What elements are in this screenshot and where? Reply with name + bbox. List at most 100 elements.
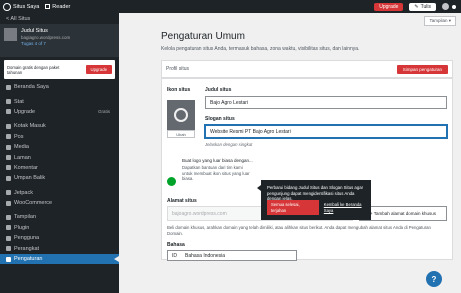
sidebar-item-label: Komentar [14,164,38,171]
reader-link[interactable]: Reader [45,4,70,10]
sidebar-item-label: Beranda Saya [14,84,49,91]
logo-maker-heading: Buat logo yang luar biasa dengan... [182,158,253,163]
tooltip-back-link[interactable]: Kembali ke Beranda Saya [324,202,371,213]
language-code: ID [172,252,177,259]
site-address-help: Beli domain khusus, arahkan domain yang … [167,225,431,236]
all-sites-link[interactable]: < All Situs [0,13,119,24]
sidebar-item-icon [6,109,11,115]
site-url: bagiagro.wordpress.com [21,35,71,40]
sidebar-item-icon [6,134,11,140]
sidebar-item-media[interactable]: Media [0,142,119,152]
site-thumbnail [4,28,17,41]
domain-upgrade-button[interactable]: Upgrade [85,65,112,74]
sidebar-item-icon [6,175,11,181]
page-title: Pengaturan Umum [161,31,245,42]
sidebar-item-icon [6,165,11,171]
sidebar-item-stat[interactable]: Stat [0,96,119,106]
pencil-icon: ✎ [414,3,419,10]
sidebar-item-label: Pos [14,133,24,140]
site-checklist-tag[interactable]: Tugas 4 of 7 [21,41,70,46]
sidebar-item-pos[interactable]: Pos [0,132,119,142]
notification-icon[interactable] [452,4,456,9]
sidebar: < All Situs Judul Situs bagiagro.wordpre… [0,13,119,293]
tagline-label: Slogan situs [205,116,235,122]
sidebar-item-upgrade[interactable]: Upgrade Gratis [0,107,119,117]
sidebar-item-label: Plugin [14,224,30,231]
my-sites-link[interactable]: Situs Saya [13,4,39,10]
sidebar-item-plugin[interactable]: Plugin [0,223,119,233]
sidebar-item-pengaturan[interactable]: Pengaturan [0,253,119,265]
site-card[interactable]: Judul Situs bagiagro.wordpress.com Tugas… [0,24,119,57]
sidebar-item-icon [6,246,11,252]
sidebar-item-komentar[interactable]: Komentar [0,163,119,173]
screen-options-dropdown[interactable]: Tampilan ▾ [424,16,456,26]
sidebar-item-label: Pengguna [14,235,40,242]
sidebar-item-icon [6,225,11,231]
help-icon[interactable]: ? [426,271,442,287]
sidebar-item-badge: Gratis [97,109,110,115]
tagline-help: Jelaskan dengan singkat [205,142,253,147]
sidebar-item-umpan-balik[interactable]: Umpan Balik [0,173,119,183]
main-content: Tampilan ▾ Pengaturan Umum Kelola pengat… [119,13,461,293]
sidebar-item-icon [6,84,11,90]
sidebar-item-label: WooCommerce [14,200,53,207]
sidebar-item-icon [6,235,11,241]
sidebar-item-laman[interactable]: Laman [0,152,119,162]
upgrade-button[interactable]: Upgrade [374,2,404,11]
sidebar-item-tampilan[interactable]: Tampilan [0,212,119,222]
sidebar-item-label: Umpan Balik [14,175,46,182]
sidebar-item-label: Upgrade [14,108,36,115]
sidebar-item-icon [6,99,11,105]
profile-card-header: Profil situs Simpan pengaturan [161,60,453,78]
sidebar-item-label: Media [14,144,29,151]
reader-label: Reader [52,3,71,10]
sidebar-item-woocommerce[interactable]: WooCommerce [0,198,119,208]
sidebar-item-icon [6,214,11,220]
sidebar-item-label: Pengaturan [14,256,43,263]
change-icon-button[interactable]: Ubah [167,130,195,138]
sidebar-item-kotak-masuk[interactable]: Kotak Masuk [0,121,119,131]
tooltip-done-button[interactable]: Semua selesai, terjahan [267,200,319,215]
sidebar-item-label: Perangkat [14,245,40,252]
site-icon-label: Ikon situs [167,87,191,93]
sidebar-item-pengguna[interactable]: Pengguna [0,233,119,243]
logo-maker-icon [167,177,176,186]
site-icon-preview[interactable] [167,100,195,130]
profile-header-label: Profil situs [166,66,190,72]
tagline-input[interactable]: Website Resmi PT Bajo Agro Lestari [205,125,447,138]
site-icon [174,108,188,122]
write-label: Tulis [420,3,431,10]
domain-upsell-text: Domain gratis dengan paket tahunan [7,64,60,75]
sidebar-item-beranda-saya[interactable]: Beranda Saya [0,82,119,92]
save-settings-button[interactable]: Simpan pengaturan [396,64,448,74]
site-title-label: Judul situs [205,87,232,93]
sidebar-item-icon [6,256,11,262]
sidebar-item-icon [6,155,11,161]
sidebar-item-icon [6,200,11,206]
language-label: Bahasa [167,242,185,248]
sidebar-item-label: Laman [14,154,31,161]
site-name: Judul Situs [21,28,48,34]
site-profile-card: Ikon situs Ubah Judul situs Bajo Agro Le… [161,78,453,261]
write-button[interactable]: ✎ Tulis [409,2,436,11]
avatar[interactable] [442,3,449,10]
sidebar-item-label: Kotak Masuk [14,123,46,130]
language-value: Bahasa Indonesia [185,252,226,259]
sidebar-item-jetpack[interactable]: Jetpack [0,188,119,198]
admin-bar: Situs Saya Reader Upgrade ✎ Tulis [0,0,461,13]
sidebar-item-label: Tampilan [14,214,37,221]
site-title-input[interactable]: Bajo Agro Lestari [205,96,447,109]
sidebar-item-icon [6,144,11,150]
language-select[interactable]: ID Bahasa Indonesia [167,250,297,261]
guided-tour-tooltip: Perbarui bidang Judul Situs dan Slogan S… [257,180,371,220]
logo-maker-body: Dapatkan bantuan dari tim kami untuk mem… [182,165,250,181]
wordpress-logo-icon[interactable] [0,0,13,13]
sidebar-item-label: Stat [14,98,24,105]
add-custom-domain-button[interactable]: + Tambah alamat domain khusus [359,206,447,221]
my-sites-label: Situs Saya [13,3,40,10]
sidebar-item-icon [6,190,11,196]
domain-upsell: Domain gratis dengan paket tahunan Upgra… [4,60,115,79]
sidebar-item-perangkat[interactable]: Perangkat [0,243,119,253]
page-description: Kelola pengaturan situs Anda, termasuk b… [161,46,360,52]
sidebar-item-label: Jetpack [14,189,33,196]
